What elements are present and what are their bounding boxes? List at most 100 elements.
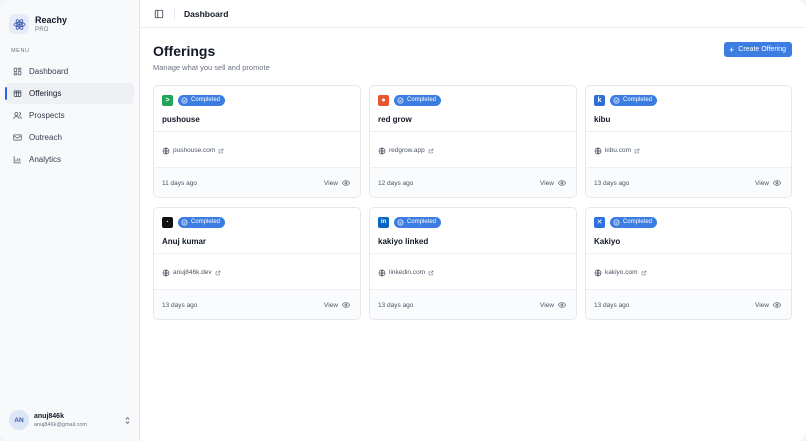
offering-card[interactable]: in Completed kakiyo linked linkedin.com … xyxy=(369,207,577,320)
status-badge: Completed xyxy=(178,94,226,106)
sidebar-item-analytics[interactable]: Analytics xyxy=(6,149,134,170)
status-text: Completed xyxy=(623,219,653,225)
external-link-icon[interactable] xyxy=(215,270,221,276)
package-icon xyxy=(13,89,22,98)
view-button[interactable]: View xyxy=(755,302,781,309)
globe-icon xyxy=(378,147,386,155)
status-text: Completed xyxy=(191,219,221,225)
status-badge: Completed xyxy=(610,216,658,228)
offering-name: Kakiyo xyxy=(594,237,621,246)
status-badge: Completed xyxy=(178,216,226,228)
users-icon xyxy=(13,111,22,120)
check-circle-icon xyxy=(613,219,620,226)
external-link-icon[interactable] xyxy=(641,270,647,276)
topbar: Dashboard xyxy=(140,0,806,28)
sidebar-nav: Dashboard Offerings Prospects Outreach A… xyxy=(5,61,134,171)
offering-card[interactable]: · Completed Anuj kumar anuj846k.dev 13 d… xyxy=(153,207,361,320)
globe-icon xyxy=(594,269,602,277)
sidebar-item-label: Offerings xyxy=(29,89,62,98)
check-circle-icon xyxy=(613,97,620,104)
create-offering-button[interactable]: + Create Offering xyxy=(724,42,792,57)
offering-card[interactable]: ● Completed red grow redgrow.app 12 days… xyxy=(369,85,577,198)
external-link-icon[interactable] xyxy=(634,148,640,154)
sidebar: Reachy PRO MENU Dashboard Offerings Pros… xyxy=(0,0,140,441)
page-header: Offerings Manage what you sell and promo… xyxy=(153,42,792,72)
offering-age: 13 days ago xyxy=(162,301,198,309)
view-button[interactable]: View xyxy=(540,180,566,187)
sidebar-item-offerings[interactable]: Offerings xyxy=(5,83,134,104)
offering-card[interactable]: > Completed pushouse pushouse.com 11 day… xyxy=(153,85,361,198)
offering-name: pushouse xyxy=(162,115,200,124)
offering-name: kibu xyxy=(594,115,611,124)
sidebar-item-label: Dashboard xyxy=(29,67,69,76)
view-button[interactable]: View xyxy=(324,180,350,187)
offering-domain[interactable]: kakiyo.com xyxy=(605,269,638,276)
status-text: Completed xyxy=(407,97,437,103)
offering-logo-icon: k xyxy=(594,94,605,106)
status-text: Completed xyxy=(191,97,221,103)
brand[interactable]: Reachy PRO xyxy=(0,0,139,40)
eye-icon xyxy=(558,302,566,308)
view-button[interactable]: View xyxy=(755,180,781,187)
status-text: Completed xyxy=(407,219,437,225)
view-button[interactable]: View xyxy=(540,302,566,309)
app-window: Reachy PRO MENU Dashboard Offerings Pros… xyxy=(0,0,806,441)
external-link-icon[interactable] xyxy=(428,270,434,276)
user-menu[interactable]: AN anuj846k anuj846k@gmail.com xyxy=(9,409,131,431)
offering-domain[interactable]: kibu.com xyxy=(605,147,631,154)
external-link-icon[interactable] xyxy=(428,148,434,154)
offering-logo-icon: · xyxy=(162,216,173,228)
offering-domain[interactable]: anuj846k.dev xyxy=(173,269,212,276)
view-label: View xyxy=(324,301,338,309)
external-link-icon[interactable] xyxy=(218,148,224,154)
globe-icon xyxy=(162,147,170,155)
offering-logo-icon: in xyxy=(378,216,389,228)
sidebar-item-dashboard[interactable]: Dashboard xyxy=(6,61,134,82)
offering-card[interactable]: ✕ Completed Kakiyo kakiyo.com 13 days ag… xyxy=(585,207,792,320)
offering-age: 13 days ago xyxy=(594,301,630,309)
offering-domain[interactable]: linkedin.com xyxy=(389,269,425,276)
globe-icon xyxy=(594,147,602,155)
status-badge: Completed xyxy=(610,94,658,106)
dashboard-grid-icon xyxy=(13,67,22,76)
status-badge: Completed xyxy=(394,216,442,228)
offering-logo-icon: > xyxy=(162,94,173,106)
eye-icon xyxy=(773,302,781,308)
topbar-divider xyxy=(174,7,175,20)
offering-name: Anuj kumar xyxy=(162,237,207,246)
sidebar-item-prospects[interactable]: Prospects xyxy=(6,105,134,126)
sidebar-item-label: Outreach xyxy=(29,133,62,142)
sidebar-toggle-icon[interactable] xyxy=(154,9,164,19)
offering-age: 11 days ago xyxy=(162,179,197,187)
eye-icon xyxy=(342,180,350,186)
user-name: anuj846k xyxy=(34,412,64,420)
offering-domain[interactable]: redgrow.app xyxy=(389,147,425,154)
view-button[interactable]: View xyxy=(324,302,350,309)
sidebar-item-outreach[interactable]: Outreach xyxy=(6,127,134,148)
offering-card[interactable]: k Completed kibu kibu.com 13 days ago Vi… xyxy=(585,85,792,198)
view-label: View xyxy=(755,301,769,309)
chevron-up-down-icon[interactable] xyxy=(123,415,131,425)
offering-name: kakiyo linked xyxy=(378,237,429,246)
view-label: View xyxy=(540,301,554,309)
menu-label: MENU xyxy=(11,48,30,54)
offerings-grid: > Completed pushouse pushouse.com 11 day… xyxy=(153,85,792,320)
eye-icon xyxy=(558,180,566,186)
eye-icon xyxy=(773,180,781,186)
brand-name: Reachy xyxy=(35,14,68,25)
status-text: Completed xyxy=(623,97,653,103)
brand-plan: PRO xyxy=(35,26,49,33)
page-subtitle: Manage what you sell and promote xyxy=(153,63,270,72)
user-email: anuj846k@gmail.com xyxy=(34,421,87,428)
eye-icon xyxy=(342,302,350,308)
bar-chart-icon xyxy=(13,155,22,164)
offering-logo-icon: ✕ xyxy=(594,216,605,228)
breadcrumb: Dashboard xyxy=(184,8,229,19)
globe-icon xyxy=(378,269,386,277)
sidebar-item-label: Analytics xyxy=(29,155,62,164)
offering-domain[interactable]: pushouse.com xyxy=(173,147,215,154)
view-label: View xyxy=(540,179,554,187)
offering-name: red grow xyxy=(378,115,412,124)
check-circle-icon xyxy=(181,97,188,104)
status-badge: Completed xyxy=(394,94,442,106)
